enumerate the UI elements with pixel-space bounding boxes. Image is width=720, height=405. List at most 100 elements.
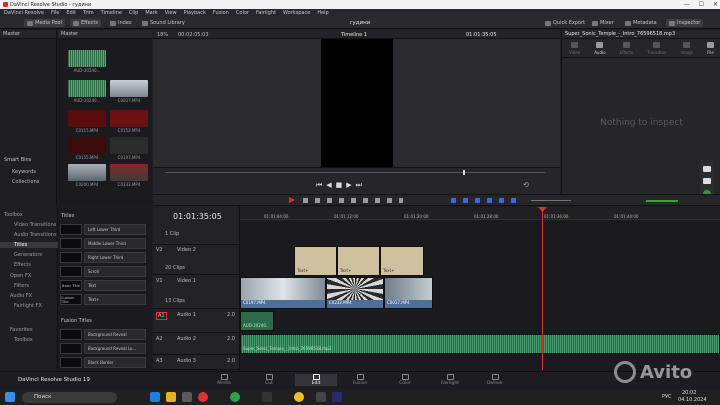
windows-start-icon[interactable] <box>5 392 15 402</box>
effects-button[interactable]: Effects <box>70 19 101 27</box>
timeline-ruler[interactable]: 01:01:04:00 01:01:12:00 01:01:20:00 01:0… <box>240 207 720 220</box>
tab-effects[interactable]: Effects <box>620 41 633 55</box>
title-clip[interactable]: Text+ <box>294 246 337 276</box>
camera-icon[interactable] <box>703 166 711 172</box>
media-clip[interactable]: C0152.MP4 <box>110 110 148 133</box>
language-indicator[interactable]: РУС <box>662 394 672 400</box>
resolve-taskbar-icon[interactable] <box>316 392 326 402</box>
sound-library-button[interactable]: Sound Library <box>142 19 185 27</box>
media-clip[interactable]: C0115.MP4 <box>68 110 106 133</box>
app-icon[interactable] <box>262 392 272 402</box>
menu-mark[interactable]: Mark <box>145 10 157 16</box>
chrome-icon[interactable] <box>230 392 240 402</box>
selection-tool-icon[interactable] <box>289 197 295 203</box>
opera-icon[interactable] <box>198 392 208 402</box>
category-open-fx[interactable]: Open FX <box>10 273 31 279</box>
media-clip[interactable]: C0197.MP4 <box>110 137 148 160</box>
page-color[interactable]: Color <box>394 374 416 386</box>
category-audio-transitions[interactable]: Audio Transitions <box>14 232 57 238</box>
menu-workspace[interactable]: Workspace <box>283 10 310 16</box>
explorer-icon[interactable] <box>166 392 176 402</box>
title-item[interactable]: Left Lower Third <box>60 224 146 235</box>
track-v3[interactable]: 1 Clip <box>153 231 240 245</box>
tab-image[interactable]: Image <box>680 41 693 55</box>
track-v1[interactable]: V1 Video 1 13 Clips <box>153 275 240 309</box>
timeline-name[interactable]: Timeline 1 <box>341 32 367 38</box>
track-a1[interactable]: A1 Audio 1 2.0 <box>153 309 240 333</box>
track-a3[interactable]: A3 Audio 3 2.0 <box>153 355 240 370</box>
quick-export-button[interactable]: Quick Export <box>545 19 585 27</box>
playback-buttons[interactable]: ⏮◀■▶⏭ <box>316 181 366 190</box>
media-pool-button[interactable]: Media Pool <box>24 19 65 27</box>
menu-color[interactable]: Color <box>236 10 249 16</box>
page-media[interactable]: Media <box>213 374 235 386</box>
audio-clip[interactable]: AUD-20240... <box>240 311 274 331</box>
inspector-button[interactable]: Inspector <box>666 19 704 27</box>
page-cut[interactable]: Cut <box>258 374 280 386</box>
title-item[interactable]: Custom Title Text+ <box>60 294 146 305</box>
scrubber-handle[interactable] <box>463 170 465 175</box>
zoom-slider[interactable] <box>531 200 571 201</box>
title-item[interactable]: Basic Title Text <box>60 280 146 291</box>
loop-icon[interactable]: ⟲ <box>523 181 529 189</box>
page-fairlight[interactable]: Fairlight <box>439 374 461 386</box>
photoshop-icon[interactable] <box>332 392 342 402</box>
minimize-button[interactable]: — <box>684 1 690 8</box>
playhead[interactable] <box>542 207 543 370</box>
page-deliver[interactable]: Deliver <box>484 374 506 386</box>
category-filters[interactable]: Filters <box>14 283 29 289</box>
index-button[interactable]: Index <box>110 19 132 27</box>
menu-davinci[interactable]: DaVinci Resolve <box>4 10 44 16</box>
edit-tools[interactable] <box>303 198 403 203</box>
category-effects[interactable]: Effects <box>14 262 31 268</box>
title-item[interactable]: Scroll <box>60 266 146 277</box>
media-clip[interactable]: C0233.MP4 <box>110 164 148 187</box>
category-fairlight-fx[interactable]: Fairlight FX <box>14 303 42 309</box>
menu-trim[interactable]: Trim <box>83 10 94 16</box>
category-audio-fx[interactable]: Audio FX <box>10 293 32 299</box>
menu-fusion[interactable]: Fusion <box>213 10 229 16</box>
title-clip[interactable]: Text+ <box>337 246 380 276</box>
scrubber-bar[interactable] <box>165 172 545 173</box>
fusion-title-item[interactable]: Black Border <box>60 357 146 368</box>
fusion-title-item[interactable]: Background Reveal <box>60 329 146 340</box>
tab-transition[interactable]: Transition <box>647 41 666 55</box>
category-video-transitions[interactable]: Video Transitions <box>14 222 56 228</box>
tab-file[interactable]: File <box>706 41 714 55</box>
tab-video[interactable]: Video <box>569 41 580 55</box>
track-a2[interactable]: A2 Audio 2 2.0 <box>153 333 240 355</box>
video-clip[interactable]: C0232.MP4 <box>326 277 384 309</box>
menu-playback[interactable]: Playback <box>184 10 206 16</box>
title-item[interactable]: Right Lower Third <box>60 252 146 263</box>
menu-fairlight[interactable]: Fairlight <box>256 10 276 16</box>
media-clip[interactable]: C0200.MP4 <box>68 164 106 187</box>
category-titles[interactable]: Titles <box>0 242 58 248</box>
media-clip[interactable]: C0155.MP4 <box>68 137 106 160</box>
menu-edit[interactable]: Edit <box>66 10 76 16</box>
edge-icon[interactable] <box>150 392 160 402</box>
media-clip[interactable]: C0037.MP4 <box>110 80 148 103</box>
store-icon[interactable] <box>182 392 192 402</box>
smart-bin-keywords[interactable]: Keywords <box>12 169 36 175</box>
menu-timeline[interactable]: Timeline <box>101 10 122 16</box>
timeline-viewer[interactable] <box>153 39 560 167</box>
maximize-button[interactable]: ☐ <box>699 1 704 8</box>
menu-help[interactable]: Help <box>317 10 328 16</box>
zoom-level[interactable]: 18% <box>157 32 168 38</box>
menu-file[interactable]: File <box>51 10 59 16</box>
close-button[interactable]: ✕ <box>713 1 718 8</box>
tab-audio[interactable]: Audio <box>594 41 606 55</box>
metadata-button[interactable]: Metadata <box>625 19 657 27</box>
category-generators[interactable]: Generators <box>14 252 42 258</box>
media-clip[interactable]: AUD-20240... <box>68 50 106 73</box>
title-clip[interactable]: Text+ <box>380 246 424 276</box>
media-clip[interactable]: AUD-20240... <box>68 80 106 103</box>
timeline-tracks[interactable]: 01:01:04:00 01:01:12:00 01:01:20:00 01:0… <box>240 207 720 370</box>
capture-icon[interactable] <box>703 178 711 184</box>
menu-view[interactable]: View <box>165 10 177 16</box>
mixer-button[interactable]: Mixer <box>592 19 614 27</box>
page-fusion[interactable]: Fusion <box>349 374 371 386</box>
track-v2[interactable]: V2 Video 2 20 Clips <box>153 245 240 275</box>
fusion-title-item[interactable]: Background Reveal Lo... <box>60 343 146 354</box>
title-item[interactable]: Middle Lower Third <box>60 238 146 249</box>
